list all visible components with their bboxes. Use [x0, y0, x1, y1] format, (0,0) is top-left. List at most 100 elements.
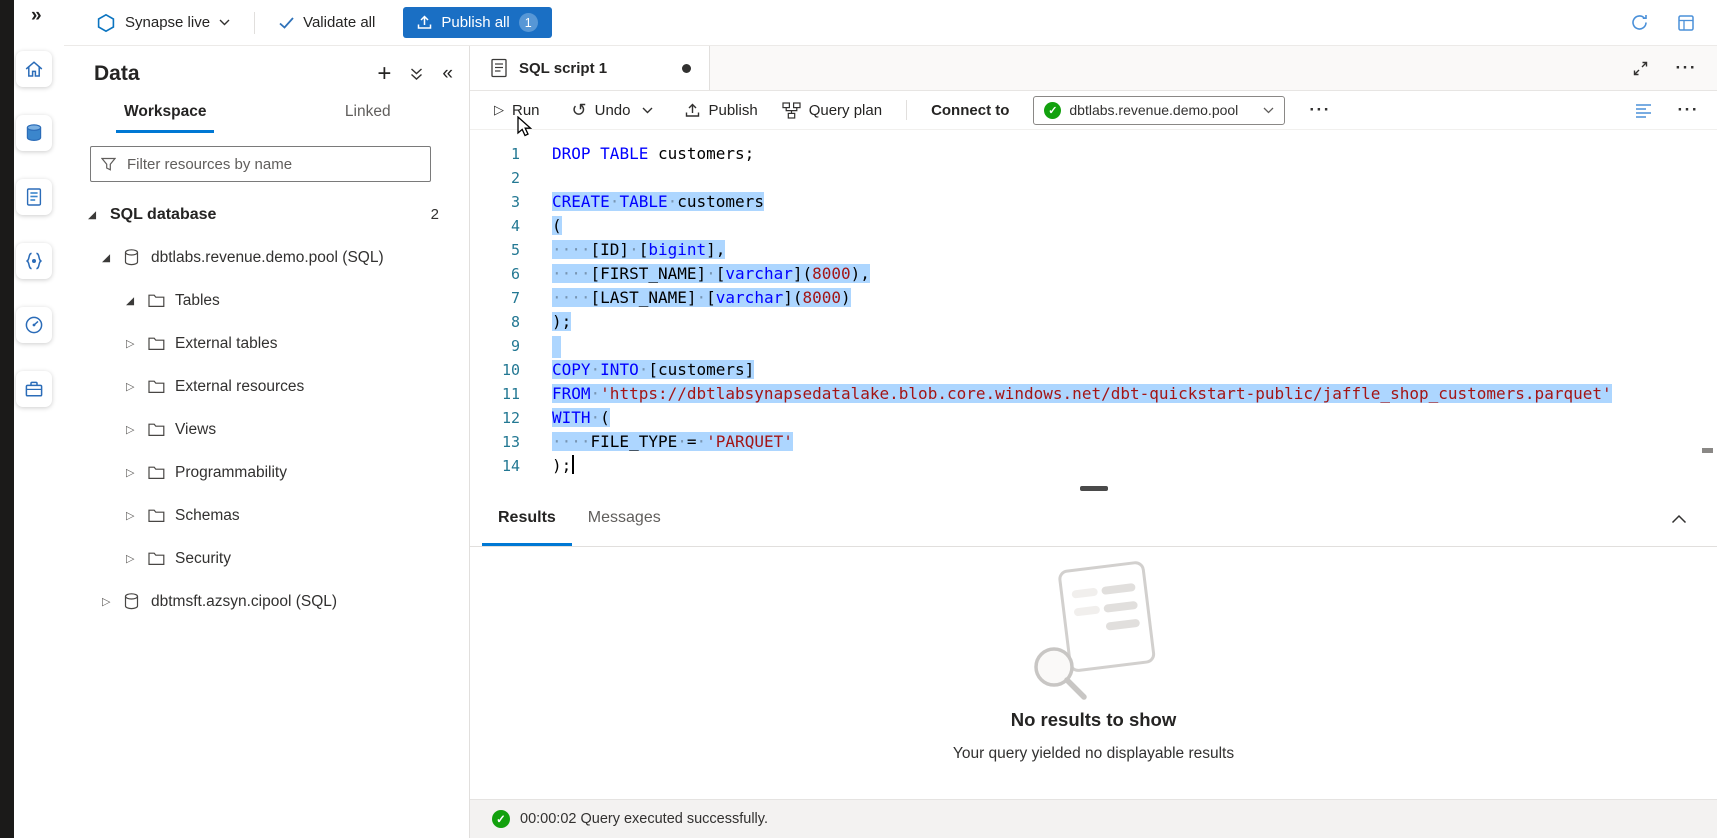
format-lines-icon	[1635, 103, 1652, 118]
query-status-text: 00:00:02 Query executed successfully.	[520, 811, 768, 827]
tree-item-sql-database[interactable]: ◢SQL database2	[64, 193, 469, 236]
query-plan-button[interactable]: Query plan	[782, 102, 882, 119]
nav-integrate[interactable]	[16, 243, 52, 279]
pool-selector-value: dbtlabs.revenue.demo.pool	[1069, 102, 1238, 118]
code-line-1[interactable]: 1DROP TABLE customers;	[470, 142, 1717, 166]
code-line-9[interactable]: 9	[470, 334, 1717, 358]
tab-linked[interactable]: Linked	[267, 94, 470, 133]
more-options-icon[interactable]: ···	[1678, 100, 1699, 120]
collapse-node-icon[interactable]: ◢	[126, 295, 148, 307]
tab-linked-label: Linked	[337, 103, 399, 133]
collapse-sidebar-icon[interactable]: «	[442, 63, 453, 85]
code-line-5[interactable]: 5····[ID]·[bigint],	[470, 238, 1717, 262]
folder-icon	[148, 551, 175, 566]
chevron-double-right-icon[interactable]: »	[31, 5, 42, 27]
line-number: 12	[470, 406, 520, 430]
code-line-10[interactable]: 10COPY·INTO·[customers]	[470, 358, 1717, 382]
line-number: 5	[470, 238, 520, 262]
run-button[interactable]: ▷ Run	[494, 102, 540, 119]
workspace-switcher[interactable]: Synapse live	[96, 13, 230, 33]
publish-all-button[interactable]: Publish all 1	[403, 7, 551, 38]
collapse-all-icon[interactable]	[410, 67, 423, 81]
code-line-8[interactable]: 8);	[470, 310, 1717, 334]
pane-resize-handle[interactable]	[1080, 486, 1108, 491]
undo-icon: ↺	[572, 101, 587, 119]
expand-node-icon[interactable]: ▷	[126, 380, 148, 393]
more-toolbar-actions-icon[interactable]: ···	[1309, 100, 1330, 120]
code-line-2[interactable]: 2	[470, 166, 1717, 190]
collapse-results-button[interactable]	[1671, 492, 1717, 546]
more-tab-actions-icon[interactable]: ···	[1676, 58, 1697, 78]
divider	[254, 12, 255, 34]
code-line-7[interactable]: 7····[LAST_NAME]·[varchar](8000)	[470, 286, 1717, 310]
connect-to-label: Connect to	[931, 102, 1009, 119]
code-line-6[interactable]: 6····[FIRST_NAME]·[varchar](8000),	[470, 262, 1717, 286]
code-line-13[interactable]: 13····FILE_TYPE·=·'PARQUET'	[470, 430, 1717, 454]
clipboard-button[interactable]	[1677, 14, 1695, 32]
tree-item-views[interactable]: ▷Views	[64, 408, 469, 451]
tree-item-security[interactable]: ▷Security	[64, 537, 469, 580]
code-line-3[interactable]: 3CREATE·TABLE·customers	[470, 190, 1717, 214]
expand-node-icon[interactable]: ▷	[126, 337, 148, 350]
nav-home[interactable]	[16, 51, 52, 87]
validate-all-label: Validate all	[303, 14, 375, 31]
code-line-12[interactable]: 12WITH·(	[470, 406, 1717, 430]
filter-resources-input[interactable]	[125, 155, 420, 174]
pipeline-icon	[23, 250, 45, 272]
undo-dropdown-button[interactable]	[642, 107, 653, 114]
validate-all-button[interactable]: Validate all	[279, 14, 375, 31]
collapse-node-icon[interactable]: ◢	[102, 252, 124, 264]
no-results-title: No results to show	[1011, 709, 1177, 731]
undo-button[interactable]: ↺ Undo	[572, 101, 631, 119]
collapse-node-icon[interactable]: ◢	[88, 209, 110, 221]
resource-tree: ◢SQL database2◢dbtlabs.revenue.demo.pool…	[64, 193, 469, 623]
toolbox-icon	[23, 378, 45, 400]
nav-monitor[interactable]	[16, 307, 52, 343]
tree-item-dbtlabs-revenue-demo-pool-sql[interactable]: ◢dbtlabs.revenue.demo.pool (SQL)	[64, 236, 469, 279]
no-results-illustration	[1004, 557, 1184, 709]
expand-node-icon[interactable]: ▷	[102, 595, 124, 608]
tab-sql-script-1[interactable]: SQL script 1	[470, 46, 710, 90]
tree-item-external-resources[interactable]: ▷External resources	[64, 365, 469, 408]
nav-data[interactable]	[16, 115, 52, 151]
nav-manage[interactable]	[16, 371, 52, 407]
top-command-bar: Synapse live Validate all Publish all 1	[64, 0, 1717, 46]
tree-item-external-tables[interactable]: ▷External tables	[64, 322, 469, 365]
add-resource-button[interactable]: +	[377, 62, 391, 86]
code-line-11[interactable]: 11FROM·'https://dbtlabsynapsedatalake.bl…	[470, 382, 1717, 406]
code-line-14[interactable]: 14);	[470, 454, 1717, 478]
expand-node-icon[interactable]: ▷	[126, 552, 148, 565]
expand-node-icon[interactable]: ▷	[126, 509, 148, 522]
sql-code-editor[interactable]: 1DROP TABLE customers;23CREATE·TABLE·cus…	[470, 130, 1717, 492]
tab-results[interactable]: Results	[482, 492, 572, 546]
editor-scrollbar-mark[interactable]	[1702, 448, 1713, 453]
database-icon	[124, 593, 151, 610]
tree-item-programmability[interactable]: ▷Programmability	[64, 451, 469, 494]
refresh-button[interactable]	[1630, 13, 1649, 32]
tab-messages-label: Messages	[588, 509, 661, 527]
expand-node-icon[interactable]: ▷	[126, 466, 148, 479]
upload-icon	[417, 15, 432, 30]
tree-item-label: SQL database	[110, 206, 216, 224]
filter-icon	[101, 157, 116, 171]
results-empty-state: No results to show Your query yielded no…	[470, 547, 1717, 799]
expand-node-icon[interactable]: ▷	[126, 423, 148, 436]
nav-develop[interactable]	[16, 179, 52, 215]
code-line-4[interactable]: 4(	[470, 214, 1717, 238]
tree-item-tables[interactable]: ◢Tables	[64, 279, 469, 322]
publish-button[interactable]: Publish	[685, 102, 757, 119]
sidebar-header: Data + «	[64, 46, 469, 86]
publish-label: Publish	[708, 102, 757, 119]
pool-selector[interactable]: ✓ dbtlabs.revenue.demo.pool	[1033, 96, 1285, 125]
tab-workspace[interactable]: Workspace	[64, 94, 267, 133]
tab-messages[interactable]: Messages	[572, 492, 677, 546]
synapse-studio-window: » Synapse live	[0, 0, 1717, 838]
tree-item-schemas[interactable]: ▷Schemas	[64, 494, 469, 537]
line-number: 7	[470, 286, 520, 310]
left-edge-strip	[0, 0, 14, 838]
tree-item-dbtmsft-azsyn-cipool-sql[interactable]: ▷dbtmsft.azsyn.cipool (SQL)	[64, 580, 469, 623]
check-icon	[279, 17, 294, 29]
run-icon: ▷	[494, 102, 504, 118]
expand-editor-button[interactable]	[1633, 61, 1648, 76]
format-lines-button[interactable]	[1635, 103, 1652, 118]
